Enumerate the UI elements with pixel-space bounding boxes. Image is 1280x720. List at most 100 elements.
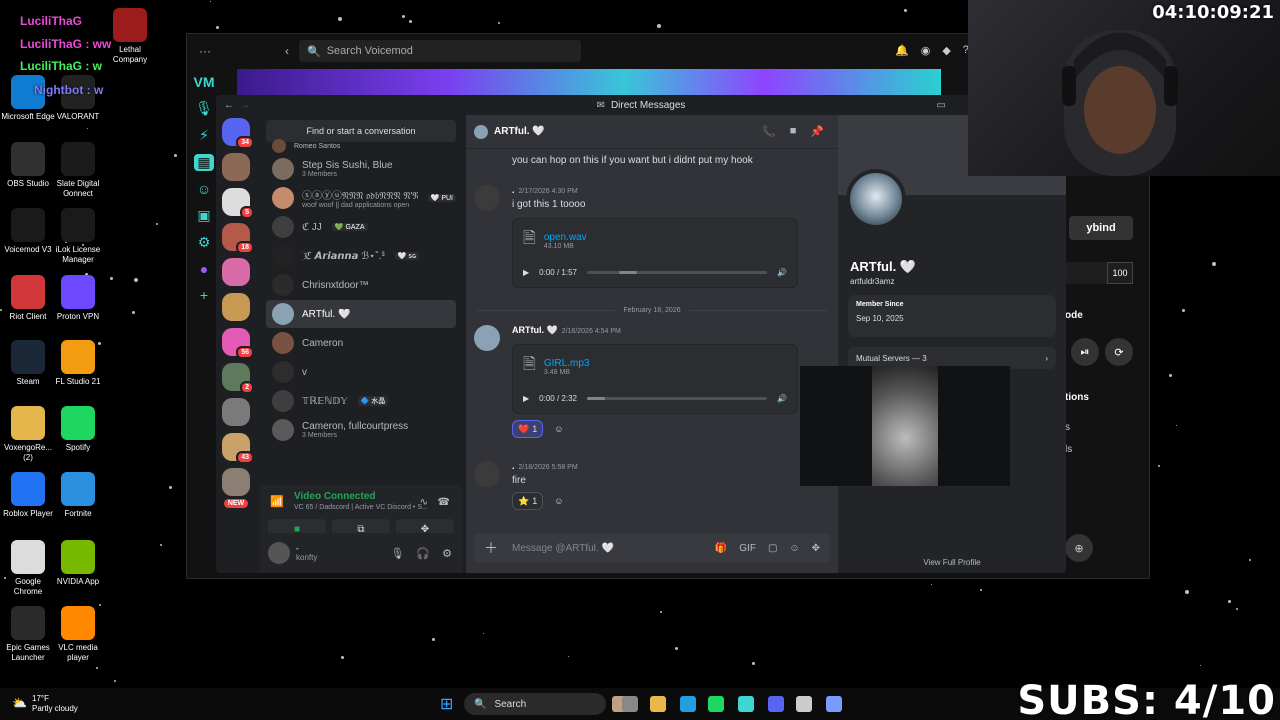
server-icon[interactable] bbox=[222, 398, 250, 426]
desktop-icon[interactable]: OBS Studio bbox=[0, 142, 56, 189]
disconnect-icon[interactable]: ☎ bbox=[438, 497, 450, 508]
start-windows-icon[interactable]: ⊞ bbox=[440, 694, 453, 714]
spotify-icon[interactable] bbox=[708, 696, 724, 712]
desktop-icon[interactable]: VLC media player bbox=[50, 606, 106, 663]
reaction-star[interactable]: ⭐ 1 bbox=[512, 492, 544, 510]
inbox-icon[interactable]: ▭ bbox=[937, 100, 946, 111]
edge-icon[interactable] bbox=[680, 696, 696, 712]
desktop-icon[interactable]: Steam bbox=[0, 340, 56, 387]
keybind-button[interactable]: ybind bbox=[1069, 216, 1133, 240]
voicemod-search[interactable]: 🔍 Search Voicemod bbox=[299, 40, 581, 62]
user-avatar[interactable] bbox=[268, 542, 290, 564]
volume-icon[interactable]: 🔊 bbox=[777, 268, 787, 277]
reaction-heart[interactable]: ❤️ 1 bbox=[512, 420, 544, 438]
server-icon[interactable] bbox=[222, 293, 250, 321]
slate-icon[interactable] bbox=[826, 696, 842, 712]
settings-gear-icon[interactable]: ⚙ bbox=[442, 547, 452, 560]
desktop-icon[interactable]: Voicemod V3 bbox=[0, 208, 56, 255]
loop-icon[interactable]: ⟳ bbox=[1105, 338, 1133, 366]
add-reaction-button[interactable]: ☺ bbox=[549, 492, 568, 510]
server-icon[interactable] bbox=[222, 153, 250, 181]
recipient-name[interactable]: ARTful. 🤍 bbox=[494, 126, 545, 137]
server-icon[interactable] bbox=[222, 258, 250, 286]
gift-icon[interactable]: 🎁 bbox=[715, 543, 727, 554]
weather-icon[interactable]: ⛅ bbox=[12, 696, 27, 710]
play-icon[interactable]: ▶ bbox=[523, 394, 529, 403]
server-icon[interactable]: 18 bbox=[222, 223, 254, 254]
add-icon[interactable]: + bbox=[200, 287, 208, 303]
mic-icon[interactable]: 🎙 bbox=[195, 100, 213, 117]
desktop-icon[interactable]: Riot Client bbox=[0, 275, 56, 322]
headphones-icon[interactable]: 🎧 bbox=[416, 547, 430, 560]
desktop-icon[interactable]: Epic Games Launcher bbox=[0, 606, 56, 663]
video-icon[interactable]: ■ bbox=[790, 125, 797, 138]
bolt-icon[interactable]: ⚡ bbox=[199, 127, 209, 144]
volume-value[interactable]: 100 bbox=[1107, 262, 1133, 284]
desktop-icon[interactable]: Slate Digital Connect bbox=[50, 142, 106, 199]
volume-icon[interactable]: 🔊 bbox=[777, 394, 787, 403]
server-icon[interactable]: 2 bbox=[222, 363, 254, 394]
settings-icon[interactable]: ⚙ bbox=[198, 234, 211, 251]
library-icon[interactable]: ▣ bbox=[197, 207, 210, 224]
desktop-icon[interactable]: VoxengoRe... (2) bbox=[0, 406, 56, 463]
dm-item[interactable]: Cameron, fullcourtpress 3 Members bbox=[266, 416, 456, 444]
dm-item[interactable]: Cameron bbox=[266, 329, 456, 357]
play-icon[interactable]: ▶ bbox=[523, 268, 529, 277]
desktop-icon[interactable]: Proton VPN bbox=[50, 275, 106, 322]
dm-item[interactable]: ARTful. 🤍 bbox=[266, 300, 456, 328]
gif-icon[interactable]: GIF bbox=[739, 543, 756, 554]
attach-plus-icon[interactable]: ＋ bbox=[484, 538, 498, 558]
message-author[interactable]: ARTful. 🤍 bbox=[512, 325, 558, 335]
server-icon[interactable]: 56 bbox=[222, 328, 254, 359]
mic-icon[interactable]: 🎙 bbox=[390, 547, 404, 560]
back-icon[interactable]: ‹ bbox=[285, 44, 289, 58]
folder-icon[interactable] bbox=[650, 696, 666, 712]
dm-item[interactable]: ⓢⓐⓨⓤ𝔑𝔑𝔑 𝔬𝔡𝔟𝔑𝔑𝔑 𝔑'𝔑 woof woof || dad appli… bbox=[266, 184, 456, 212]
voice-channel[interactable]: VC 65 / Dadscord | Active VC Discord • S… bbox=[294, 504, 454, 511]
desktop-icon[interactable]: Roblox Player bbox=[0, 472, 56, 519]
pin-icon[interactable]: 📌 bbox=[810, 125, 824, 138]
obs-icon[interactable] bbox=[796, 696, 812, 712]
desktop-icon[interactable]: NVIDIA App bbox=[50, 540, 106, 587]
dm-item[interactable]: ҉ ℭ 𝘼𝙧𝙞𝙖𝙣𝙣𝙖 ℬ⋆˚.³ 🤍 ꜱɢ bbox=[266, 242, 456, 270]
avatar-icon[interactable]: ☺ bbox=[197, 181, 211, 197]
seek-bar[interactable] bbox=[586, 271, 768, 274]
view-full-profile-link[interactable]: View Full Profile bbox=[838, 558, 1066, 567]
noise-suppression-icon[interactable]: ∿ bbox=[420, 497, 428, 508]
profile-avatar[interactable] bbox=[846, 169, 906, 229]
dm-item[interactable]: v bbox=[266, 358, 456, 386]
logo-circle-icon[interactable]: ● bbox=[200, 261, 208, 277]
play-pause-icon[interactable]: ⏯ bbox=[1071, 338, 1099, 366]
back-arrow-icon[interactable]: ← bbox=[224, 100, 234, 111]
discord-home-icon[interactable]: 34 bbox=[222, 118, 254, 149]
weather-widget[interactable]: 17°F Partly cloudy bbox=[32, 694, 78, 714]
voicemod-icon[interactable] bbox=[738, 696, 754, 712]
server-icon[interactable]: 5 bbox=[222, 188, 254, 219]
desktop-icon[interactable]: iLok License Manager bbox=[50, 208, 106, 265]
add-reaction-button[interactable]: ☺ bbox=[549, 420, 568, 438]
bell-icon[interactable]: 🔔 bbox=[895, 44, 909, 57]
message-avatar[interactable] bbox=[474, 461, 500, 487]
grid-icon[interactable]: ▦ bbox=[194, 154, 214, 171]
dm-item[interactable]: 𝕋ℝ𝔼ℕ𝔻𝕐 🔷 水晶 bbox=[266, 387, 456, 415]
more-icon[interactable]: ··· bbox=[199, 44, 211, 58]
discord-icon[interactable]: ◉ bbox=[921, 44, 931, 57]
desktop-icon[interactable]: FL Studio 21 bbox=[50, 340, 106, 387]
message-avatar[interactable] bbox=[474, 325, 500, 351]
file-link[interactable]: open.wav bbox=[544, 232, 587, 243]
dm-item[interactable]: Romeo Santos bbox=[266, 138, 456, 154]
server-icon[interactable]: 43 bbox=[222, 433, 254, 464]
forward-arrow-icon[interactable]: → bbox=[240, 100, 250, 111]
call-icon[interactable]: 📞 bbox=[762, 125, 776, 138]
server-icon[interactable] bbox=[222, 468, 250, 496]
recipient-avatar[interactable] bbox=[474, 124, 488, 139]
taskbar-search[interactable]: 🔍 Search bbox=[464, 693, 606, 715]
desktop-icon[interactable]: Fortnite bbox=[50, 472, 106, 519]
dm-item[interactable]: Step Sis Sushi, Blue 3 Members bbox=[266, 155, 456, 183]
emoji-icon[interactable]: ☺ bbox=[789, 543, 799, 554]
dm-item[interactable]: Chrisnxtdoor™ bbox=[266, 271, 456, 299]
task-view-icon[interactable] bbox=[622, 696, 638, 712]
seek-bar[interactable] bbox=[586, 397, 768, 400]
discord-icon[interactable] bbox=[768, 696, 784, 712]
desktop-icon[interactable]: Google Chrome bbox=[0, 540, 56, 597]
